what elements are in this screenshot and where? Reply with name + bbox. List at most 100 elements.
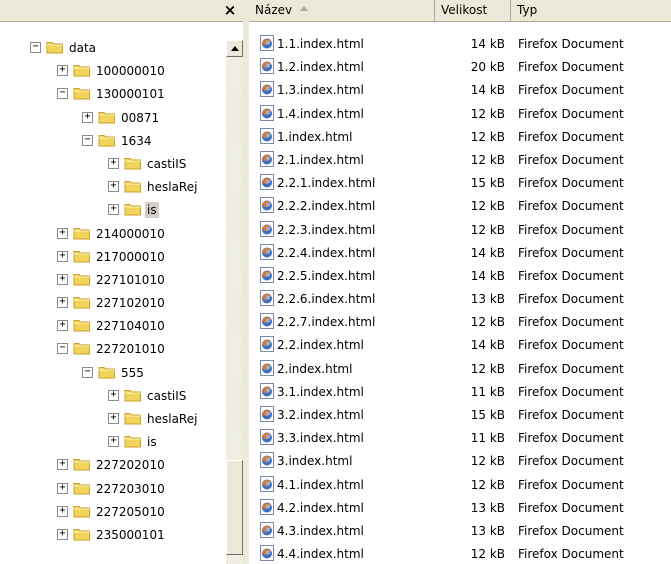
file-name[interactable]: 2.2.1.index.html xyxy=(277,175,375,191)
file-name[interactable]: 4.3.index.html xyxy=(277,523,364,539)
file-name[interactable]: 1.4.index.html xyxy=(277,106,364,122)
file-name[interactable]: 3.index.html xyxy=(277,453,352,469)
expand-button[interactable]: + xyxy=(57,459,68,471)
tree-item-label[interactable]: heslaRej xyxy=(145,179,199,195)
tree-item-130000101[interactable]: − 130000101 xyxy=(0,82,226,105)
file-row[interactable]: 1.3.index.html 14 kB Firefox Document xyxy=(249,78,671,101)
file-name[interactable]: 4.2.index.html xyxy=(277,500,364,516)
column-header-type[interactable]: Typ xyxy=(511,0,671,22)
tree-item-label[interactable]: 217000010 xyxy=(94,249,167,265)
tree-item-00871[interactable]: +00871 xyxy=(0,106,226,129)
file-row[interactable]: 1.2.index.html 20 kB Firefox Document xyxy=(249,55,671,78)
expand-button[interactable]: + xyxy=(57,505,68,517)
collapse-button[interactable]: − xyxy=(82,366,93,378)
file-row[interactable]: 2.2.3.index.html 12 kB Firefox Document xyxy=(249,218,671,241)
file-name[interactable]: 3.2.index.html xyxy=(277,407,364,423)
tree-item-label[interactable]: 235000101 xyxy=(94,527,167,543)
tree-vertical-scrollbar[interactable] xyxy=(226,40,243,564)
file-name[interactable]: 1.2.index.html xyxy=(277,59,364,75)
file-row[interactable]: 4.3.index.html 13 kB Firefox Document xyxy=(249,519,671,542)
collapse-button[interactable]: − xyxy=(82,134,93,146)
scroll-up-button[interactable] xyxy=(226,40,243,57)
tree-item-label[interactable]: 00871 xyxy=(119,110,161,126)
tree-item-label[interactable]: is xyxy=(145,202,159,219)
tree-item-label[interactable]: 227104010 xyxy=(94,318,167,334)
file-row[interactable]: 2.2.7.index.html 12 kB Firefox Document xyxy=(249,310,671,333)
file-name[interactable]: 1.index.html xyxy=(277,129,352,145)
file-name[interactable]: 1.1.index.html xyxy=(277,36,364,52)
file-name[interactable]: 4.4.index.html xyxy=(277,546,364,562)
tree-item-heslarej[interactable]: + heslaRej xyxy=(0,407,226,430)
file-name[interactable]: 2.2.4.index.html xyxy=(277,245,375,261)
expand-button[interactable]: + xyxy=(108,157,119,169)
file-name[interactable]: 2.2.6.index.html xyxy=(277,291,375,307)
tree-item-227104010[interactable]: +227104010 xyxy=(0,314,226,337)
tree-item-555[interactable]: − 555 xyxy=(0,361,226,384)
tree-item-1634[interactable]: − 1634 xyxy=(0,129,226,152)
collapse-button[interactable]: − xyxy=(30,42,41,53)
file-row[interactable]: 2.2.1.index.html 15 kB Firefox Document xyxy=(249,171,671,194)
file-row[interactable]: 2.2.2.index.html 12 kB Firefox Document xyxy=(249,194,671,217)
file-name[interactable]: 2.index.html xyxy=(277,361,352,377)
expand-button[interactable]: + xyxy=(57,250,68,262)
tree-item-227102010[interactable]: +227102010 xyxy=(0,291,226,314)
tree-item-label[interactable]: 227202010 xyxy=(94,457,167,473)
file-row[interactable]: 2.index.html 12 kB Firefox Document xyxy=(249,357,671,380)
file-row[interactable]: 3.3.index.html 11 kB Firefox Document xyxy=(249,426,671,449)
file-name[interactable]: 2.2.7.index.html xyxy=(277,314,375,330)
tree-item-label[interactable]: castiIS xyxy=(145,156,188,172)
tree-item-227101010[interactable]: +227101010 xyxy=(0,268,226,291)
tree-item-is[interactable]: + is xyxy=(0,430,226,453)
file-row[interactable]: 3.index.html 12 kB Firefox Document xyxy=(249,449,671,472)
file-row[interactable]: 4.2.index.html 13 kB Firefox Document xyxy=(249,496,671,519)
file-name[interactable]: 2.2.index.html xyxy=(277,337,364,353)
close-folders-pane-button[interactable]: × xyxy=(222,2,238,18)
expand-button[interactable]: + xyxy=(57,65,68,77)
expand-button[interactable]: + xyxy=(57,320,68,332)
tree-item-label[interactable]: is xyxy=(145,434,159,450)
expand-button[interactable]: + xyxy=(57,273,68,285)
expand-button[interactable]: + xyxy=(108,413,119,424)
collapse-button[interactable]: − xyxy=(57,343,68,355)
file-row[interactable]: 2.2.index.html 14 kB Firefox Document xyxy=(249,333,671,356)
file-name[interactable]: 2.2.2.index.html xyxy=(277,198,375,214)
tree-item-heslarej[interactable]: + heslaRej xyxy=(0,175,226,198)
tree-item-label[interactable]: 555 xyxy=(119,365,146,381)
file-name[interactable]: 2.2.3.index.html xyxy=(277,222,375,238)
tree-item-217000010[interactable]: +217000010 xyxy=(0,245,226,268)
tree-item-label[interactable]: heslaRej xyxy=(145,411,199,427)
scroll-thumb[interactable] xyxy=(226,460,243,555)
expand-button[interactable]: + xyxy=(108,389,119,401)
expand-button[interactable]: + xyxy=(57,227,68,239)
tree-item-label[interactable]: 227205010 xyxy=(94,504,167,520)
tree-item-data[interactable]: − data xyxy=(0,36,226,59)
expand-button[interactable]: + xyxy=(57,482,68,494)
file-name[interactable]: 3.1.index.html xyxy=(277,384,364,400)
tree-item-label[interactable]: 227102010 xyxy=(94,295,167,311)
file-name[interactable]: 2.1.index.html xyxy=(277,152,364,168)
file-row[interactable]: 3.2.index.html 15 kB Firefox Document xyxy=(249,403,671,426)
tree-item-castiis[interactable]: + castiIS xyxy=(0,152,226,175)
expand-button[interactable]: + xyxy=(57,297,68,309)
file-row[interactable]: 4.4.index.html 12 kB Firefox Document xyxy=(249,542,671,564)
file-row[interactable]: 2.2.5.index.html 14 kB Firefox Document xyxy=(249,264,671,287)
tree-item-227202010[interactable]: +227202010 xyxy=(0,453,226,476)
tree-item-100000010[interactable]: +100000010 xyxy=(0,59,226,82)
tree-item-label[interactable]: data xyxy=(67,40,98,56)
tree-item-214000010[interactable]: +214000010 xyxy=(0,222,226,245)
tree-item-label[interactable]: 1634 xyxy=(119,133,154,149)
tree-item-label[interactable]: 130000101 xyxy=(94,86,167,102)
file-name[interactable]: 2.2.5.index.html xyxy=(277,268,375,284)
file-row[interactable]: 2.2.6.index.html 13 kB Firefox Document xyxy=(249,287,671,310)
tree-item-227201010[interactable]: − 227201010 xyxy=(0,337,226,360)
tree-item-label[interactable]: castiIS xyxy=(145,388,188,404)
tree-item-label[interactable]: 227201010 xyxy=(94,341,167,357)
tree-item-castiis[interactable]: + castiIS xyxy=(0,384,226,407)
tree-item-label[interactable]: 100000010 xyxy=(94,63,167,79)
file-row[interactable]: 2.1.index.html 12 kB Firefox Document xyxy=(249,148,671,171)
tree-item-227205010[interactable]: +227205010 xyxy=(0,500,226,523)
file-name[interactable]: 4.1.index.html xyxy=(277,477,364,493)
tree-item-label[interactable]: 214000010 xyxy=(94,226,167,242)
expand-button[interactable]: + xyxy=(82,111,93,123)
tree-item-is[interactable]: + is xyxy=(0,198,226,221)
